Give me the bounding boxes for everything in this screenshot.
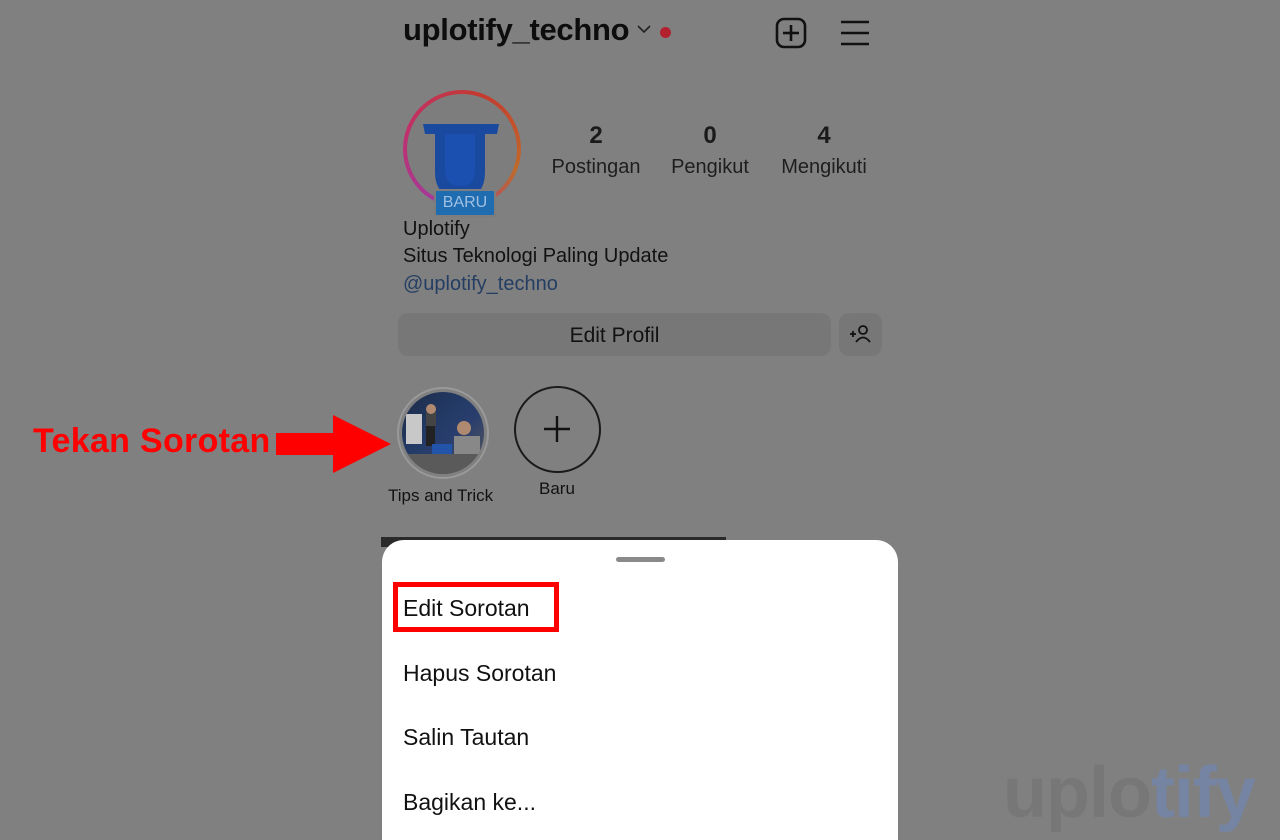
avatar-new-badge: BARU: [434, 189, 496, 217]
stat-following-value: 4: [817, 122, 831, 149]
menu-icon[interactable]: [839, 18, 871, 48]
profile-link[interactable]: @uplotify_techno: [403, 273, 558, 296]
profile-username[interactable]: uplotify_techno: [403, 12, 630, 48]
annotation-label: Tekan Sorotan: [33, 422, 271, 460]
discover-people-button[interactable]: [839, 313, 882, 356]
chevron-down-icon[interactable]: [636, 22, 652, 36]
sheet-item-copy-link[interactable]: Salin Tautan: [403, 724, 529, 751]
profile-name: Uplotify: [403, 218, 470, 240]
stat-followers-value: 0: [703, 122, 717, 149]
stat-posts-label: Postingan: [551, 156, 641, 178]
new-highlight-label: Baru: [539, 479, 575, 498]
watermark-part1: uplo: [1003, 753, 1152, 833]
stat-posts-value: 2: [589, 122, 603, 149]
stat-followers-label: Pengikut: [671, 156, 749, 178]
annotation-arrow-icon: [276, 415, 391, 473]
highlight-label: Tips and Trick: [388, 486, 494, 505]
sheet-drag-handle[interactable]: [616, 557, 665, 562]
watermark-logo: uplotify: [1003, 752, 1256, 834]
plus-icon: [544, 416, 570, 442]
highlight-cover-photo: [402, 404, 484, 474]
watermark-part2: tify: [1150, 753, 1256, 833]
stat-posts[interactable]: 2 Postingan: [548, 122, 644, 179]
stat-followers[interactable]: 0 Pengikut: [666, 122, 754, 179]
stat-following[interactable]: 4 Mengikuti: [774, 122, 874, 179]
annotation-highlight-box: [393, 582, 559, 632]
notification-dot: [660, 27, 671, 38]
add-post-icon[interactable]: [775, 17, 807, 49]
uplotify-logo-icon: [423, 124, 499, 198]
highlight-cover-image[interactable]: [402, 392, 484, 474]
sheet-item-delete-highlight[interactable]: Hapus Sorotan: [403, 660, 556, 687]
edit-profile-button[interactable]: Edit Profil: [398, 313, 831, 356]
stat-following-label: Mengikuti: [781, 156, 867, 178]
profile-bio: Situs Teknologi Paling Update: [403, 245, 669, 267]
sheet-item-share-to[interactable]: Bagikan ke...: [403, 789, 536, 816]
add-person-icon: [850, 325, 871, 343]
